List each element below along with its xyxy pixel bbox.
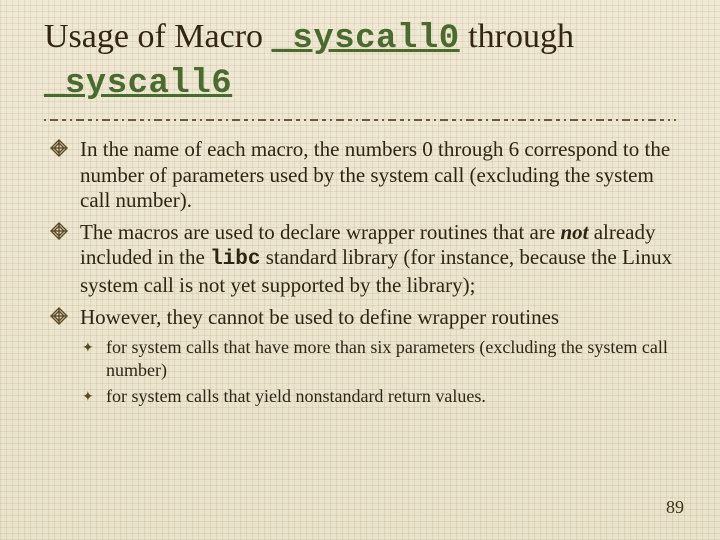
list-item: The macros are used to declare wrapper r… [50, 220, 676, 299]
list-item: ✦ for system calls that yield nonstandar… [82, 385, 676, 408]
diamond-bullet-icon [50, 222, 68, 240]
emphasis-not: not [560, 220, 588, 244]
bullet-text: In the name of each macro, the numbers 0… [80, 137, 670, 212]
list-item: However, they cannot be used to define w… [50, 305, 676, 408]
star-bullet-icon: ✦ [82, 340, 94, 358]
bullet-list: In the name of each macro, the numbers 0… [50, 137, 676, 408]
inline-code-libc: libc [210, 248, 260, 271]
slide: Usage of Macro _syscall0 through _syscal… [0, 0, 720, 540]
title-code-2: _syscall6 [44, 65, 232, 103]
title-code-1: _syscall0 [272, 20, 460, 58]
slide-title: Usage of Macro _syscall0 through _syscal… [44, 16, 676, 105]
sub-bullet-list: ✦ for system calls that have more than s… [82, 336, 676, 408]
title-part-1: Usage of Macro [44, 18, 272, 55]
sub-bullet-text: for system calls that have more than six… [106, 337, 668, 380]
list-item: ✦ for system calls that have more than s… [82, 336, 676, 381]
star-bullet-icon: ✦ [82, 389, 94, 407]
sub-bullet-text: for system calls that yield nonstandard … [106, 386, 486, 406]
diamond-bullet-icon [50, 139, 68, 157]
bullet-text: The macros are used to declare wrapper r… [80, 220, 672, 297]
bullet-text: However, they cannot be used to define w… [80, 305, 559, 329]
diamond-bullet-icon [50, 307, 68, 325]
title-divider [44, 117, 676, 123]
text-fragment: The macros are used to declare wrapper r… [80, 220, 560, 244]
list-item: In the name of each macro, the numbers 0… [50, 137, 676, 214]
title-part-2: through [460, 18, 574, 55]
page-number: 89 [666, 497, 684, 518]
